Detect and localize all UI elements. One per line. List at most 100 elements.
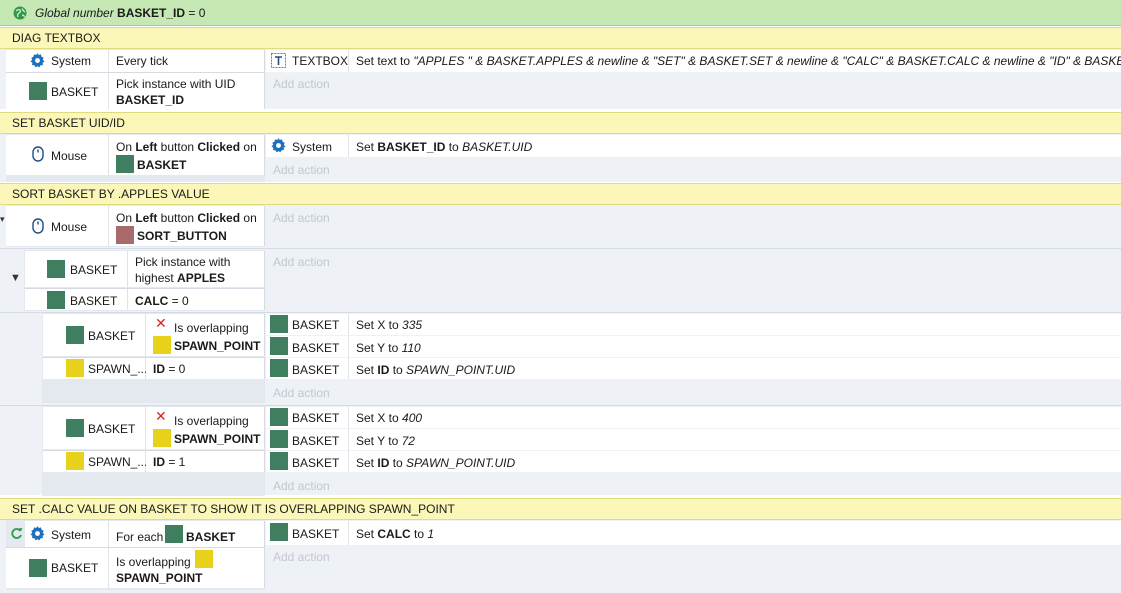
spawn-point-icon — [66, 359, 84, 377]
condition-text: CALC = 0 — [135, 294, 189, 308]
add-action-link[interactable]: Add action — [273, 211, 330, 225]
condition-text: Every tick — [116, 54, 169, 68]
basket-icon — [270, 430, 288, 448]
object-name: BASKET — [51, 561, 99, 575]
basket-icon — [47, 260, 65, 278]
object-name: TEXTBOX — [292, 54, 349, 68]
group-title: SET .CALC VALUE ON BASKET TO SHOW IT IS … — [12, 502, 455, 516]
action-set-calc[interactable] — [349, 521, 1121, 545]
basket-icon — [270, 523, 288, 541]
action-text: Set X to 400 — [356, 411, 423, 425]
action-text: Set Y to 72 — [356, 434, 415, 448]
object-name: BASKET — [70, 263, 118, 277]
global-variable-text: Global number BASKET_ID = 0 — [35, 6, 206, 20]
group-title: SET BASKET UID/ID — [12, 116, 125, 130]
condition-param: SPAWN_POINT — [174, 432, 261, 446]
action-text: Set Y to 110 — [356, 341, 421, 355]
action-text: Set CALC to 1 — [356, 527, 435, 541]
basket-icon — [29, 559, 47, 577]
action-set-x[interactable] — [349, 314, 1121, 335]
condition-param: BASKET_ID — [116, 93, 185, 107]
add-action-link[interactable]: Add action — [273, 550, 330, 564]
basket-icon — [270, 359, 288, 377]
action-set-y[interactable] — [349, 336, 1121, 357]
action-set-x[interactable] — [349, 407, 1121, 428]
basket-icon — [270, 337, 288, 355]
basket-icon — [47, 291, 65, 309]
basket-icon — [270, 452, 288, 470]
condition-text: Is overlapping — [116, 555, 191, 569]
basket-icon — [165, 525, 183, 543]
collapse-arrow-icon[interactable]: ▾ — [0, 212, 5, 226]
object-name: BASKET — [88, 422, 136, 436]
object-name: BASKET — [70, 294, 118, 308]
object-name: BASKET — [292, 456, 340, 470]
object-name: System — [51, 54, 92, 68]
spawn-point-icon — [153, 336, 171, 354]
group-title: DIAG TEXTBOX — [12, 31, 101, 45]
basket-icon — [66, 326, 84, 344]
group-title: SORT BASKET BY .APPLES VALUE — [12, 187, 210, 201]
gear-icon — [271, 138, 286, 153]
object-name: BASKET — [292, 411, 340, 425]
loop-icon — [10, 527, 23, 540]
textbox-icon — [271, 53, 286, 68]
action-set-y[interactable] — [349, 429, 1121, 450]
group-header-set-basket-uid[interactable] — [0, 112, 1121, 134]
action-text: Set text to "APPLES " & BASKET.APPLES & … — [356, 54, 1121, 68]
object-name: Mouse — [51, 149, 88, 163]
invert-x-icon: ✕ — [155, 315, 167, 331]
condition-text: ID = 0 — [153, 362, 186, 376]
globe-icon — [13, 6, 27, 20]
action-text: Set ID to SPAWN_POINT.UID — [356, 363, 516, 377]
sort-button-icon — [116, 226, 134, 244]
basket-icon — [116, 155, 134, 173]
object-name: BASKET — [292, 434, 340, 448]
mouse-icon — [32, 146, 44, 162]
condition-text: highest APPLES — [135, 271, 226, 285]
object-name: System — [51, 528, 92, 542]
condition-text: Pick instance with UID — [116, 77, 236, 91]
condition-param: BASKET — [137, 158, 187, 172]
add-action-link[interactable]: Add action — [273, 386, 330, 400]
add-action-link[interactable]: Add action — [273, 77, 330, 91]
basket-icon — [270, 408, 288, 426]
object-name: BASKET — [292, 363, 340, 377]
add-action-link[interactable]: Add action — [273, 255, 330, 269]
spawn-point-icon — [153, 429, 171, 447]
object-name: BASKET — [51, 85, 99, 99]
condition-param: SPAWN_POINT — [116, 571, 203, 585]
condition-param: SPAWN_POINT — [174, 339, 261, 353]
condition-text: For each — [116, 530, 164, 544]
object-name: BASKET — [88, 329, 136, 343]
gear-icon — [30, 53, 45, 68]
object-name: BASKET — [292, 318, 340, 332]
action-text: Set X to 335 — [356, 318, 423, 332]
collapse-arrow-icon[interactable]: ▼ — [10, 271, 21, 285]
condition-text: Pick instance with — [135, 255, 231, 269]
gear-icon — [30, 526, 45, 541]
condition-param: SORT_BUTTON — [137, 229, 227, 243]
object-name: Mouse — [51, 220, 88, 234]
add-action-link[interactable]: Add action — [273, 479, 330, 493]
spawn-point-icon — [66, 452, 84, 470]
condition-text: On Left button Clicked on — [116, 140, 257, 154]
basket-icon — [29, 82, 47, 100]
invert-x-icon: ✕ — [155, 408, 167, 424]
action-text: Set ID to SPAWN_POINT.UID — [356, 456, 516, 470]
object-name: System — [292, 140, 333, 154]
spawn-point-icon — [195, 550, 213, 568]
condition-text: On Left button Clicked on — [116, 211, 257, 225]
add-action-link[interactable]: Add action — [273, 163, 330, 177]
condition-text: ID = 1 — [153, 455, 186, 469]
basket-icon — [270, 315, 288, 333]
condition-text: Is overlapping — [174, 414, 249, 428]
object-name: SPAWN_... — [88, 455, 148, 469]
group-header-diag-textbox[interactable] — [0, 27, 1121, 49]
condition-text: Is overlapping — [174, 321, 249, 335]
object-name: BASKET — [292, 527, 340, 541]
object-name: BASKET — [292, 341, 340, 355]
basket-icon — [66, 419, 84, 437]
condition-param: BASKET — [186, 530, 236, 544]
mouse-icon — [32, 218, 44, 234]
